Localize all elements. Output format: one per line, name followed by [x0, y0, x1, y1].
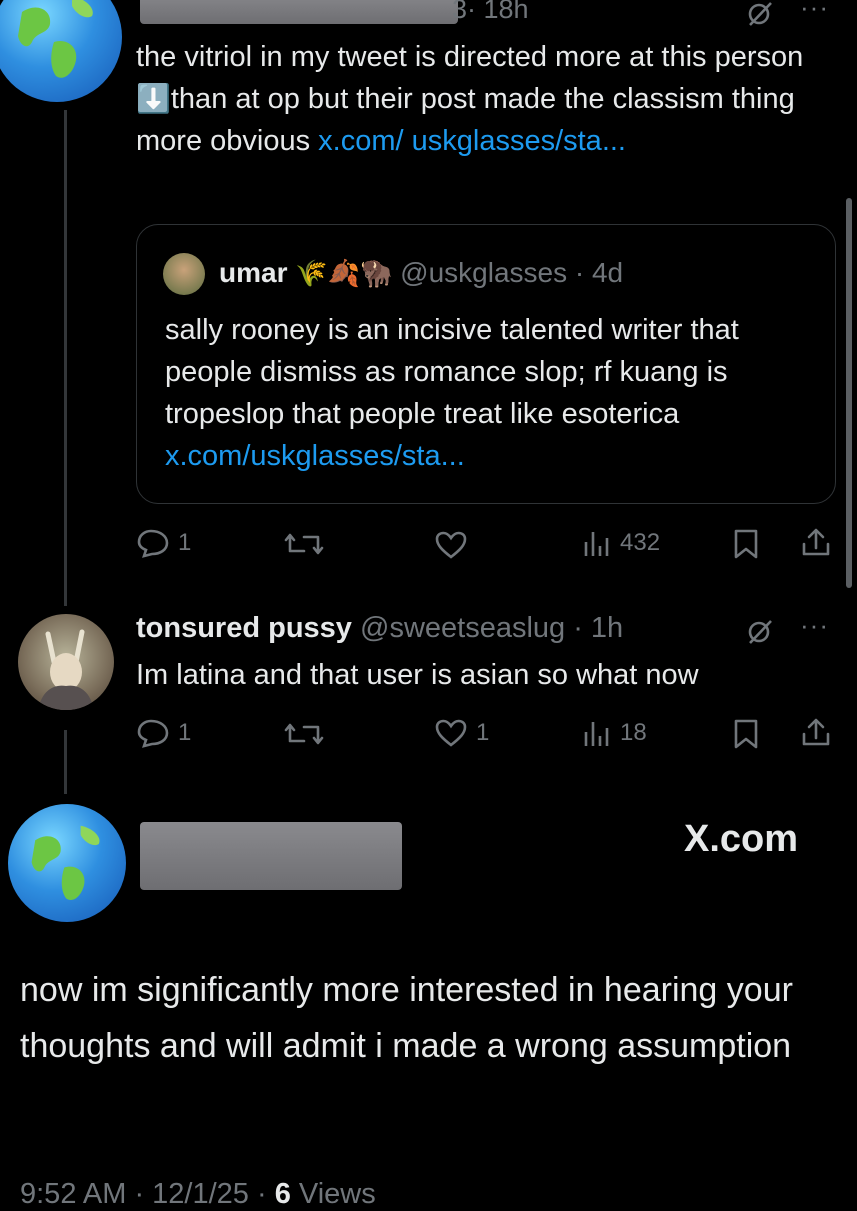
- grok-icon[interactable]: [746, 618, 774, 651]
- main-post-text: now im significantly more interested in …: [20, 971, 793, 1065]
- bookmark-icon: [734, 719, 758, 749]
- share-icon: [802, 528, 830, 556]
- reply-count: 1: [178, 719, 192, 746]
- views-icon: [584, 532, 609, 556]
- post-timestamp[interactable]: 9:52 AM · 12/1/25 ·: [20, 1178, 275, 1210]
- repost-icon: [284, 533, 324, 555]
- views-button[interactable]: 18: [582, 718, 647, 748]
- share-icon: [802, 718, 830, 746]
- quote-avatar[interactable]: [163, 253, 205, 295]
- thread-line: [64, 730, 67, 794]
- post-time: · 18h: [467, 0, 529, 24]
- views-count: 432: [620, 529, 661, 556]
- post-link[interactable]: x.com/ uskglasses/sta...: [318, 125, 626, 157]
- quote-card[interactable]: umar 🌾🍂🦬 @uskglasses · 4d sally rooney i…: [136, 224, 836, 504]
- reply-handle[interactable]: @sweetseaslug: [360, 612, 565, 644]
- reply-icon: [137, 529, 169, 558]
- views-count: 18: [620, 719, 647, 746]
- more-button[interactable]: ···: [800, 610, 829, 641]
- repost-button[interactable]: [284, 530, 332, 558]
- thread-line: [64, 110, 67, 606]
- bookmark-icon: [734, 529, 758, 559]
- globe-avatar-icon: [18, 0, 93, 78]
- reply-text: Im latina and that user is asian so what…: [136, 659, 699, 691]
- scrollbar[interactable]: [846, 198, 852, 588]
- post-text: the vitriol in my tweet is directed more…: [136, 41, 804, 157]
- reply-count: 1: [178, 529, 192, 556]
- down-arrow-emoji: ⬇️: [136, 83, 171, 114]
- repost-button[interactable]: [284, 720, 332, 748]
- reply-author-name[interactable]: tonsured pussy: [136, 612, 352, 644]
- share-button[interactable]: [800, 716, 832, 753]
- like-icon: [435, 531, 467, 559]
- reply-button[interactable]: 1: [136, 528, 191, 558]
- reply-author-avatar[interactable]: [18, 614, 114, 710]
- share-button[interactable]: [800, 526, 832, 563]
- reply-button[interactable]: 1: [136, 718, 191, 748]
- author-avatar[interactable]: [0, 0, 122, 102]
- like-count: 1: [476, 719, 490, 746]
- time-fragment: 3: [452, 0, 468, 24]
- quote-text: sally rooney is an incisive talented wri…: [165, 314, 739, 472]
- like-icon: [435, 719, 467, 747]
- redacted-main-author: [140, 822, 402, 890]
- globe-avatar-icon: [31, 825, 100, 901]
- quote-link[interactable]: x.com/uskglasses/sta...: [165, 440, 465, 472]
- views-total: 6: [274, 1178, 291, 1210]
- views-button[interactable]: 432: [582, 528, 660, 558]
- repost-icon: [284, 723, 324, 745]
- quote-time: · 4d: [574, 257, 624, 288]
- views-icon: [584, 722, 609, 746]
- reply-icon: [137, 719, 169, 748]
- like-button[interactable]: [434, 530, 476, 560]
- bookmark-button[interactable]: [732, 528, 760, 565]
- redacted-author: [140, 0, 458, 24]
- main-author-avatar[interactable]: [8, 804, 126, 922]
- like-button[interactable]: 1: [434, 718, 489, 748]
- x-watermark: X.com: [684, 818, 799, 860]
- quote-handle[interactable]: @uskglasses: [400, 257, 567, 288]
- bookmark-button[interactable]: [732, 718, 760, 755]
- views-label: Views: [290, 1178, 376, 1210]
- quote-author-emojis: 🌾🍂🦬: [295, 258, 393, 288]
- reply-time: · 1h: [573, 612, 624, 644]
- quote-author-name[interactable]: umar: [219, 257, 287, 288]
- more-button[interactable]: ···: [800, 0, 829, 23]
- grok-icon[interactable]: [746, 0, 774, 33]
